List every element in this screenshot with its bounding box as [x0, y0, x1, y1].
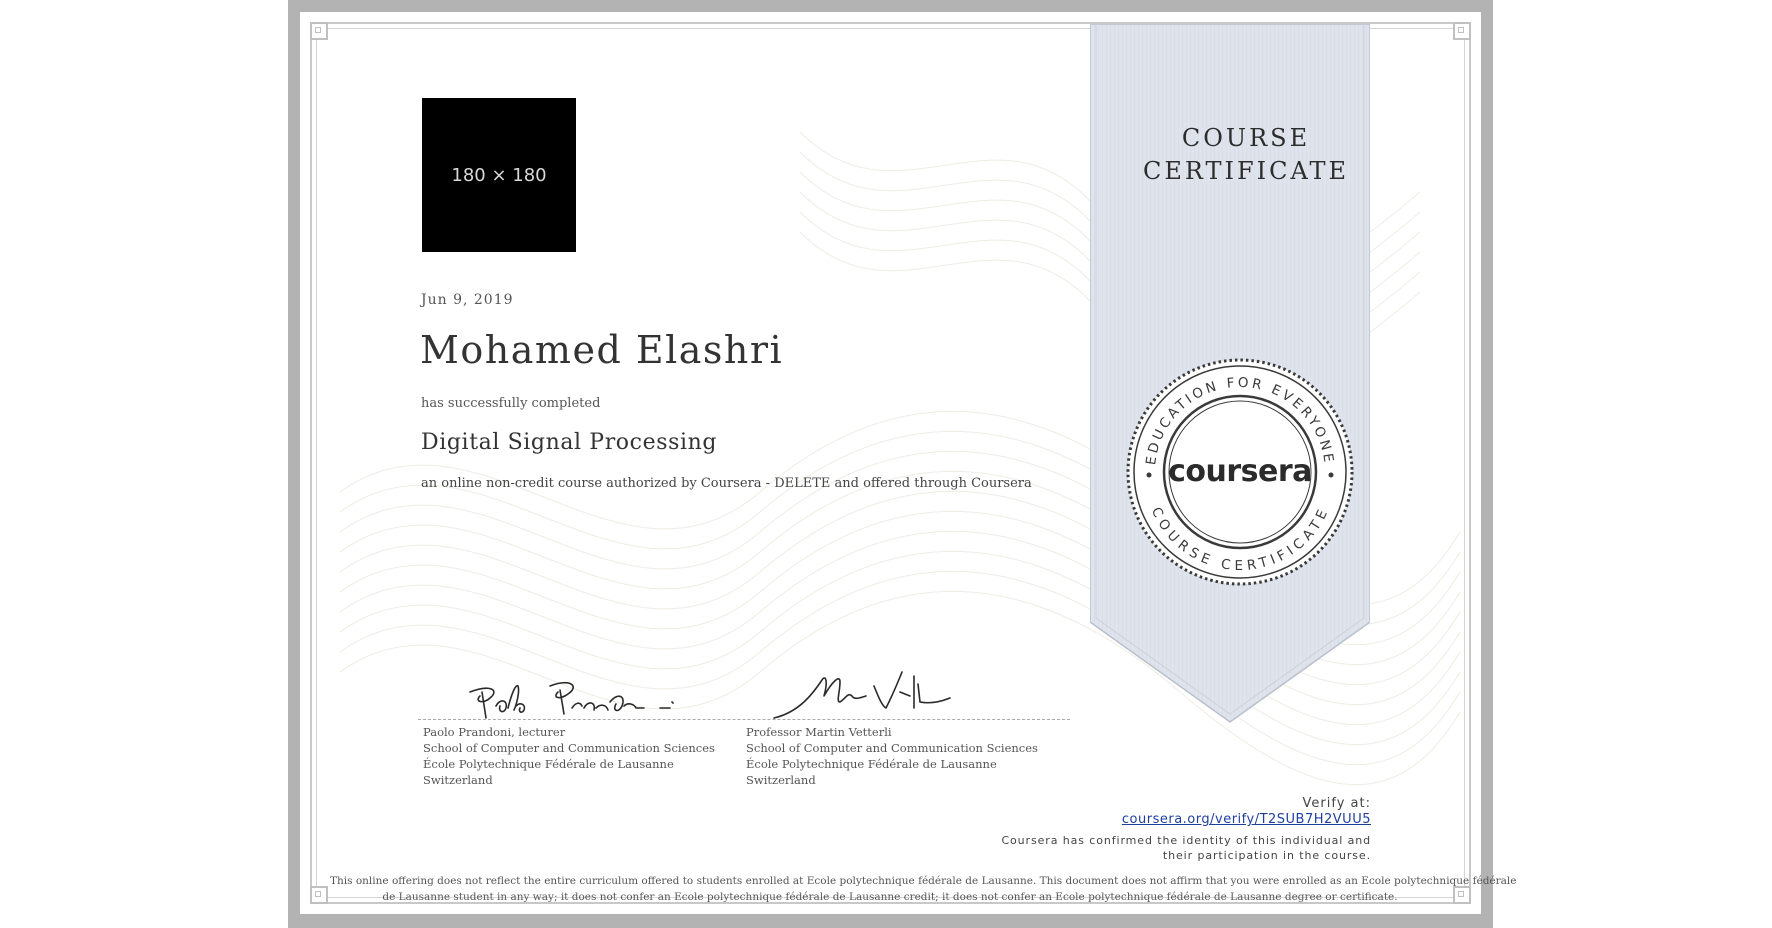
corner-ornament: [1453, 22, 1471, 40]
signer-block-2: Professor Martin Vetterli School of Comp…: [746, 724, 1038, 788]
corner-ornament: [310, 886, 328, 904]
signature-paolo-prandoni: [469, 681, 674, 719]
partner-logo-placeholder: 180 × 180: [422, 98, 576, 252]
ribbon-title-line1: COURSE: [1181, 124, 1311, 152]
signer-department: School of Computer and Communication Sci…: [423, 741, 715, 755]
signer-name: Professor Martin Vetterli: [746, 725, 892, 739]
corner-ornament: [310, 22, 328, 40]
completion-date: Jun 9, 2019: [421, 292, 514, 308]
verify-block: Verify at: coursera.org/verify/T2SUB7H2V…: [1001, 796, 1371, 863]
signature-martin-vetterli: [773, 671, 951, 719]
disclaimer: This online offering does not reflect th…: [330, 873, 1517, 905]
recipient-name: Mohamed Elashri: [420, 328, 784, 372]
verify-note-line1: Coursera has confirmed the identity of t…: [1001, 834, 1371, 847]
verify-note: Coursera has confirmed the identity of t…: [1001, 833, 1371, 863]
ribbon-title-line2: CERTIFICATE: [1142, 157, 1350, 185]
certificate-frame: COURSE CERTIFICATE EDUCATION FOR EVERYON…: [288, 0, 1517, 928]
signature-divider: [418, 719, 1070, 720]
authorization-text: an online non-credit course authorized b…: [421, 476, 1032, 491]
signer-name: Paolo Prandoni, lecturer: [423, 725, 566, 739]
coursera-logo-text: coursera: [1168, 454, 1312, 489]
completed-text: has successfully completed: [421, 396, 601, 411]
ribbon-title: COURSE CERTIFICATE: [1140, 122, 1352, 188]
signer-country: Switzerland: [746, 773, 816, 787]
signer-block-1: Paolo Prandoni, lecturer School of Compu…: [423, 724, 715, 788]
disclaimer-line1: This online offering does not reflect th…: [330, 875, 1517, 887]
signer-institution: École Polytechnique Fédérale de Lausanne: [746, 757, 997, 771]
verify-label: Verify at:: [1302, 796, 1371, 811]
verify-link[interactable]: coursera.org/verify/T2SUB7H2VUU5: [1001, 812, 1371, 827]
signer-institution: École Polytechnique Fédérale de Lausanne: [423, 757, 674, 771]
coursera-seal: EDUCATION FOR EVERYONE COURSE CERTIFICAT…: [1126, 358, 1354, 586]
verify-note-line2: their participation in the course.: [1162, 849, 1371, 862]
course-title: Digital Signal Processing: [421, 430, 718, 455]
signer-department: School of Computer and Communication Sci…: [746, 741, 1038, 755]
disclaimer-line2: de Lausanne student in any way; it does …: [382, 891, 1398, 903]
certificate-paper: COURSE CERTIFICATE EDUCATION FOR EVERYON…: [300, 12, 1517, 914]
signer-country: Switzerland: [423, 773, 493, 787]
corner-ornament: [1453, 886, 1471, 904]
